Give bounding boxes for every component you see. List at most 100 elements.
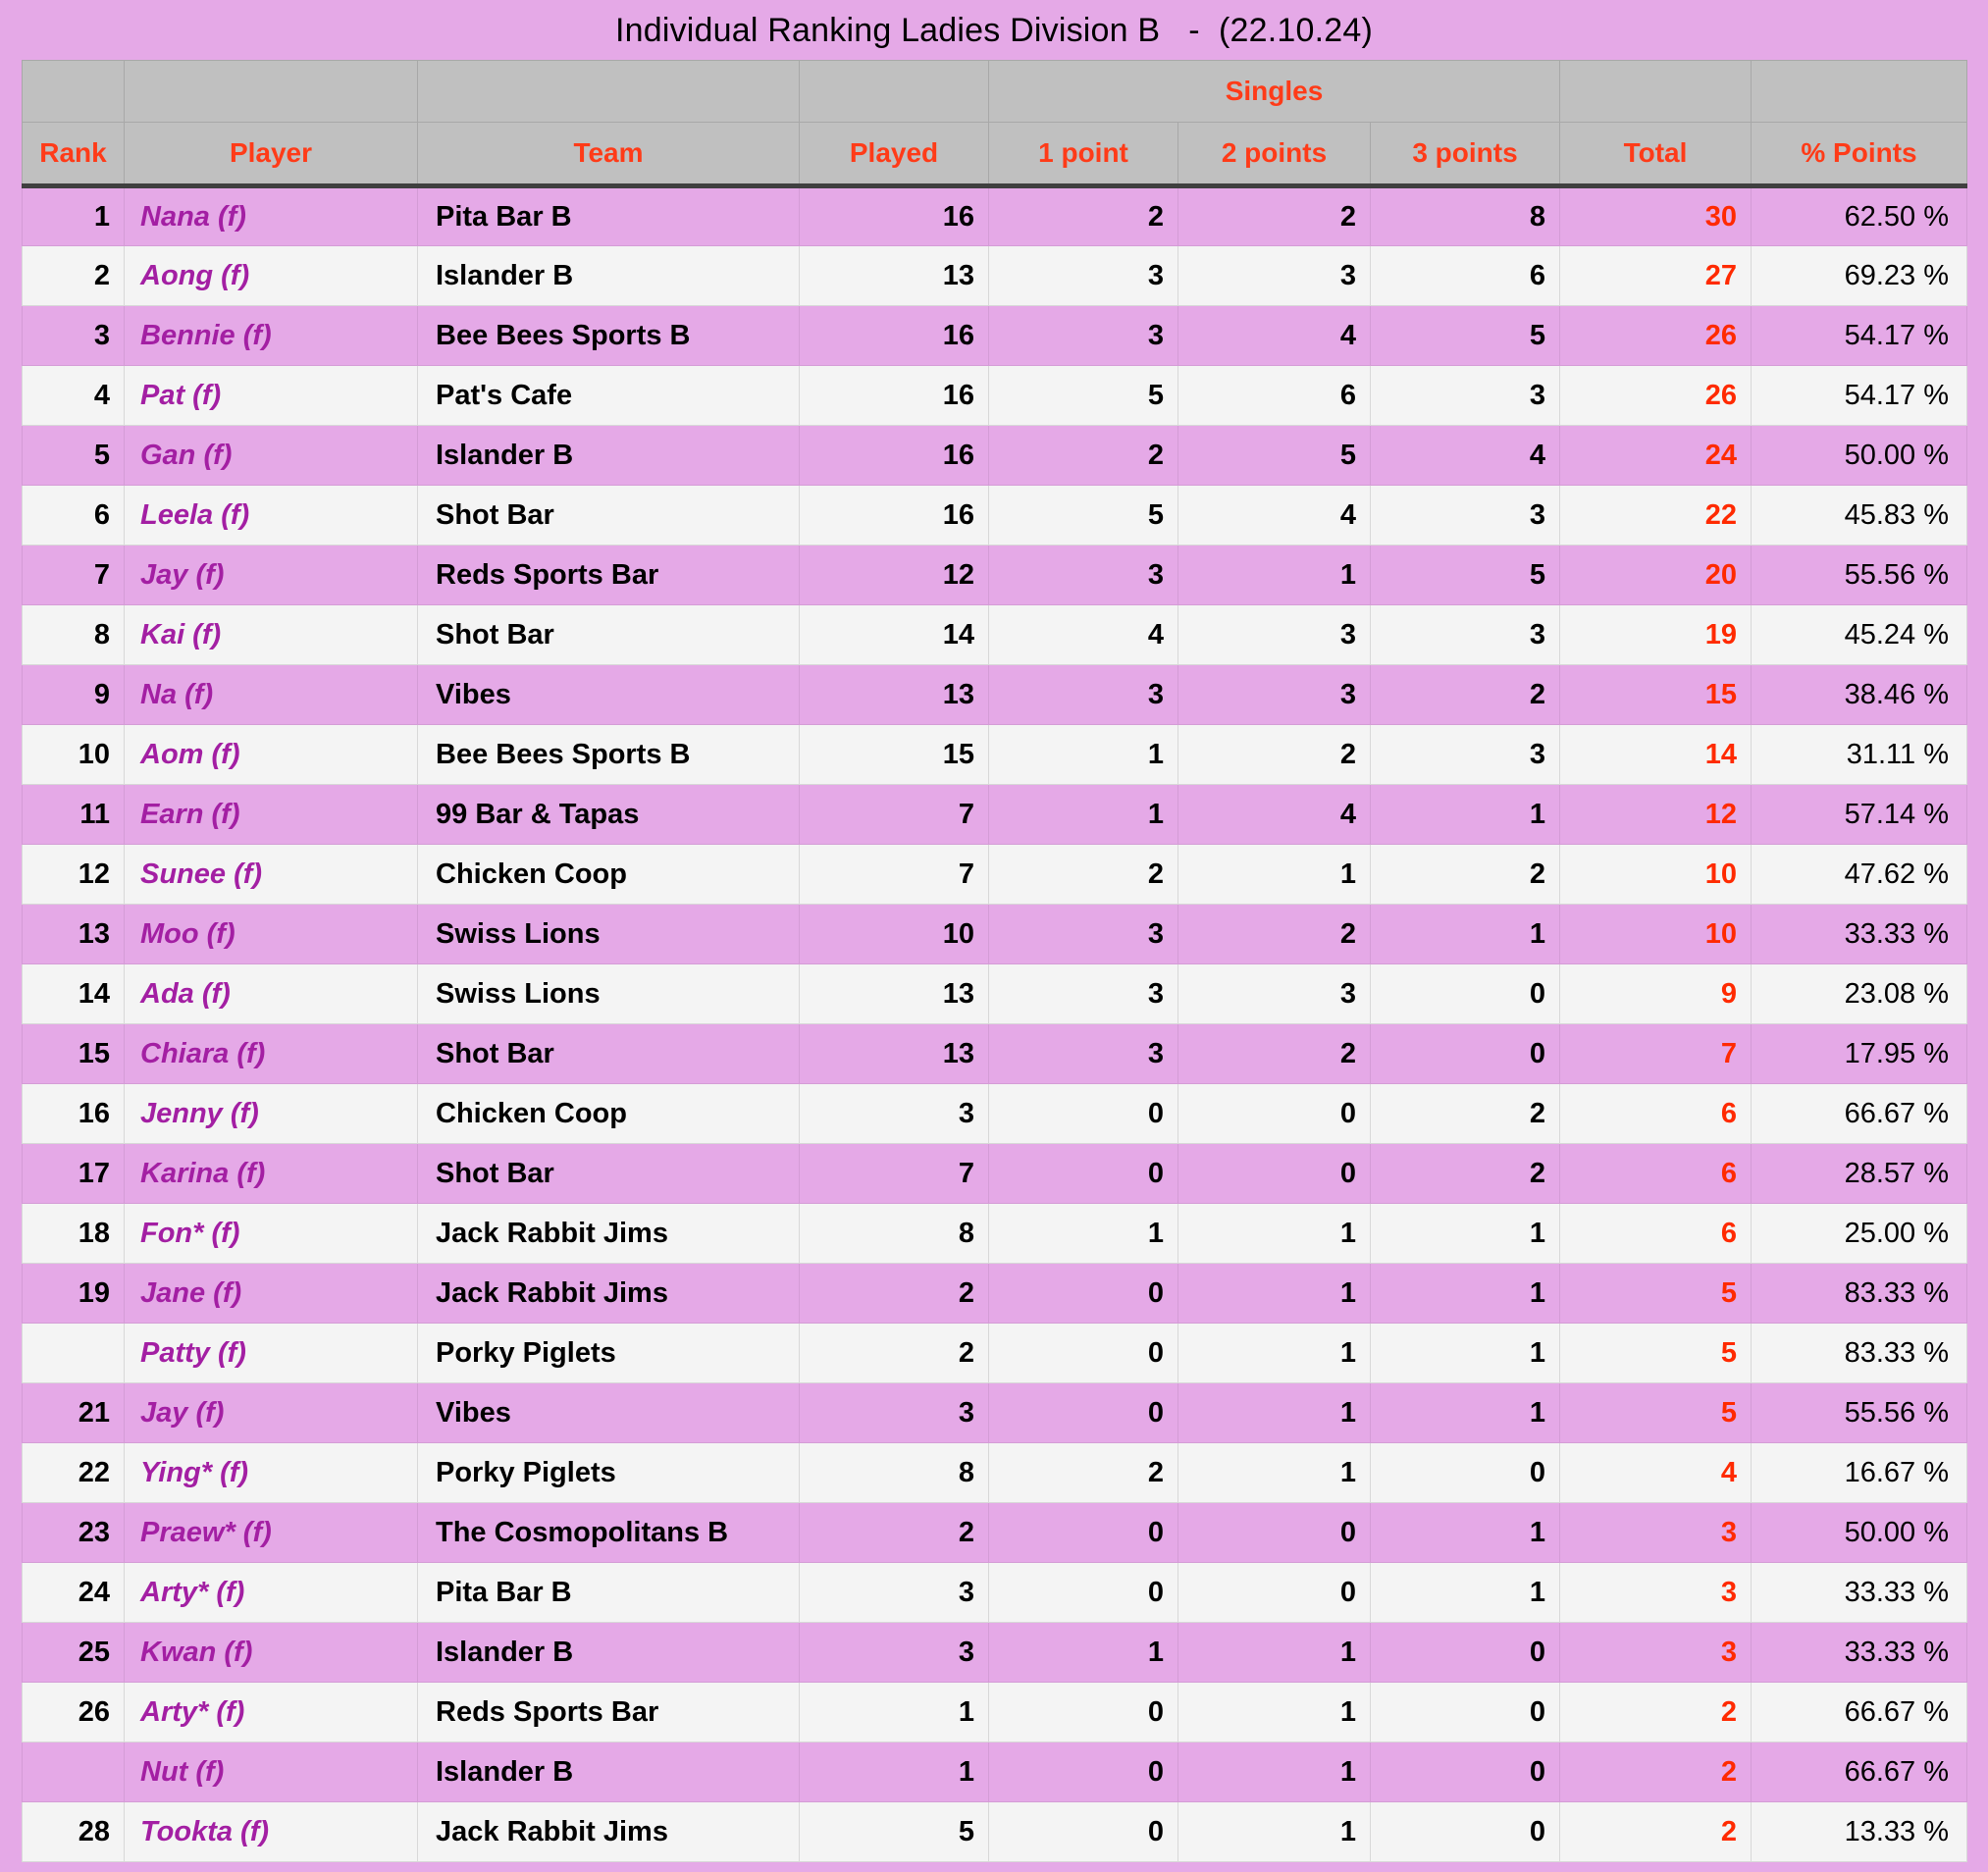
column-header-pct[interactable]: % Points <box>1751 122 1967 189</box>
cell-player: Sunee (f) <box>124 844 418 906</box>
table-row[interactable]: 28 Tookta (f) Jack Rabbit Jims 5 0 1 0 2 13.33 % <box>22 1801 1967 1863</box>
cell-played: 8 <box>799 1442 989 1504</box>
table-row[interactable]: 24 Arty* (f) Pita Bar B 3 0 0 1 3 33.33 % <box>22 1562 1967 1624</box>
table-row[interactable]: 5 Gan (f) Islander B 16 2 5 4 24 50.00 % <box>22 425 1967 487</box>
cell-1-point: 0 <box>988 1801 1178 1863</box>
cell-1-point: 5 <box>988 365 1178 427</box>
cell-3-points: 0 <box>1370 1442 1560 1504</box>
cell-player: Earn (f) <box>124 784 418 846</box>
column-header-3-points[interactable]: 3 points <box>1370 122 1560 189</box>
cell-pct: 66.67 % <box>1751 1742 1967 1803</box>
table-row[interactable]: Patty (f) Porky Piglets 2 0 1 1 5 83.33 % <box>22 1323 1967 1384</box>
table-row[interactable]: 19 Jane (f) Jack Rabbit Jims 2 0 1 1 5 83.33 % <box>22 1263 1967 1325</box>
column-header-total[interactable]: Total <box>1559 122 1752 189</box>
cell-rank: 24 <box>22 1562 125 1624</box>
cell-team: Islander B <box>417 1742 800 1803</box>
table-row[interactable]: 18 Fon* (f) Jack Rabbit Jims 8 1 1 1 6 25.00 % <box>22 1203 1967 1265</box>
cell-total: 20 <box>1559 545 1752 606</box>
cell-3-points: 3 <box>1370 485 1560 546</box>
ranking-table-wrapper: Singles Rank Player Team Played 1 point … <box>22 60 1967 1863</box>
cell-played: 16 <box>799 485 989 546</box>
cell-team: Shot Bar <box>417 604 800 666</box>
cell-2-points: 2 <box>1177 1023 1371 1085</box>
cell-rank: 19 <box>22 1263 125 1325</box>
cell-player: Fon* (f) <box>124 1203 418 1265</box>
cell-team: Porky Piglets <box>417 1442 800 1504</box>
table-row[interactable]: 13 Moo (f) Swiss Lions 10 3 2 1 10 33.33 % <box>22 904 1967 965</box>
cell-played: 2 <box>799 1263 989 1325</box>
table-row[interactable]: 12 Sunee (f) Chicken Coop 7 2 1 2 10 47.62 % <box>22 844 1967 906</box>
header-group-blank-rank <box>22 60 125 124</box>
cell-2-points: 1 <box>1177 844 1371 906</box>
cell-1-point: 3 <box>988 245 1178 307</box>
cell-team: Shot Bar <box>417 485 800 546</box>
cell-pct: 54.17 % <box>1751 305 1967 367</box>
cell-1-point: 0 <box>988 1502 1178 1564</box>
table-row[interactable]: 21 Jay (f) Vibes 3 0 1 1 5 55.56 % <box>22 1382 1967 1444</box>
cell-played: 16 <box>799 305 989 367</box>
cell-team: Reds Sports Bar <box>417 545 800 606</box>
cell-played: 16 <box>799 185 989 247</box>
column-header-player[interactable]: Player <box>124 122 418 189</box>
cell-rank: 21 <box>22 1382 125 1444</box>
cell-rank: 16 <box>22 1083 125 1145</box>
column-header-team[interactable]: Team <box>417 122 800 189</box>
table-row[interactable]: 1 Nana (f) Pita Bar B 16 2 2 8 30 62.50 % <box>22 185 1967 247</box>
cell-pct: 69.23 % <box>1751 245 1967 307</box>
cell-total: 10 <box>1559 844 1752 906</box>
cell-total: 5 <box>1559 1382 1752 1444</box>
table-row[interactable]: 7 Jay (f) Reds Sports Bar 12 3 1 5 20 55.56 % <box>22 545 1967 606</box>
cell-1-point: 1 <box>988 724 1178 786</box>
column-header-rank[interactable]: Rank <box>22 122 125 189</box>
table-row[interactable]: 14 Ada (f) Swiss Lions 13 3 3 0 9 23.08 % <box>22 963 1967 1025</box>
cell-team: Vibes <box>417 1382 800 1444</box>
cell-played: 3 <box>799 1562 989 1624</box>
cell-player: Na (f) <box>124 664 418 726</box>
cell-pct: 23.08 % <box>1751 963 1967 1025</box>
table-row[interactable]: 3 Bennie (f) Bee Bees Sports B 16 3 4 5 26 54.17… <box>22 305 1967 367</box>
cell-3-points: 0 <box>1370 1742 1560 1803</box>
cell-rank: 18 <box>22 1203 125 1265</box>
cell-2-points: 1 <box>1177 1263 1371 1325</box>
cell-2-points: 3 <box>1177 604 1371 666</box>
table-row[interactable]: 6 Leela (f) Shot Bar 16 5 4 3 22 45.83 % <box>22 485 1967 546</box>
table-row[interactable]: 8 Kai (f) Shot Bar 14 4 3 3 19 45.24 % <box>22 604 1967 666</box>
table-row[interactable]: 22 Ying* (f) Porky Piglets 8 2 1 0 4 16.67 % <box>22 1442 1967 1504</box>
column-header-2-points[interactable]: 2 points <box>1177 122 1371 189</box>
cell-total: 4 <box>1559 1442 1752 1504</box>
table-row[interactable]: 10 Aom (f) Bee Bees Sports B 15 1 2 3 14 31.11 % <box>22 724 1967 786</box>
cell-2-points: 1 <box>1177 1801 1371 1863</box>
cell-1-point: 3 <box>988 305 1178 367</box>
table-row[interactable]: 25 Kwan (f) Islander B 3 1 1 0 3 33.33 % <box>22 1622 1967 1684</box>
cell-rank: 5 <box>22 425 125 487</box>
table-row[interactable]: 9 Na (f) Vibes 13 3 3 2 15 38.46 % <box>22 664 1967 726</box>
cell-1-point: 5 <box>988 485 1178 546</box>
cell-3-points: 1 <box>1370 784 1560 846</box>
cell-player: Praew* (f) <box>124 1502 418 1564</box>
table-row[interactable]: 15 Chiara (f) Shot Bar 13 3 2 0 7 17.95 % <box>22 1023 1967 1085</box>
table-row[interactable]: 26 Arty* (f) Reds Sports Bar 1 0 1 0 2 66.67 % <box>22 1682 1967 1743</box>
table-row[interactable]: 16 Jenny (f) Chicken Coop 3 0 0 2 6 66.67 % <box>22 1083 1967 1145</box>
page-title: Individual Ranking Ladies Division B - (… <box>614 12 1374 49</box>
table-row[interactable]: 2 Aong (f) Islander B 13 3 3 6 27 69.23 % <box>22 245 1967 307</box>
cell-3-points: 2 <box>1370 1143 1560 1205</box>
cell-1-point: 2 <box>988 185 1178 247</box>
table-row[interactable]: 4 Pat (f) Pat's Cafe 16 5 6 3 26 54.17 % <box>22 365 1967 427</box>
column-header-played[interactable]: Played <box>799 122 989 189</box>
cell-total: 22 <box>1559 485 1752 546</box>
cell-player: Jay (f) <box>124 1382 418 1444</box>
cell-rank: 1 <box>22 185 125 247</box>
table-row[interactable]: Nut (f) Islander B 1 0 1 0 2 66.67 % <box>22 1742 1967 1803</box>
cell-rank: 6 <box>22 485 125 546</box>
column-header-1-point[interactable]: 1 point <box>988 122 1178 189</box>
table-row[interactable]: 17 Karina (f) Shot Bar 7 0 0 2 6 28.57 % <box>22 1143 1967 1205</box>
cell-2-points: 0 <box>1177 1502 1371 1564</box>
table-row[interactable]: 23 Praew* (f) The Cosmopolitans B 2 0 0 1 3 50.0… <box>22 1502 1967 1564</box>
cell-player: Jenny (f) <box>124 1083 418 1145</box>
cell-team: Pita Bar B <box>417 1562 800 1624</box>
table-row[interactable]: 11 Earn (f) 99 Bar & Tapas 7 1 4 1 12 57.14 % <box>22 784 1967 846</box>
cell-played: 15 <box>799 724 989 786</box>
cell-rank: 23 <box>22 1502 125 1564</box>
cell-played: 14 <box>799 604 989 666</box>
cell-played: 1 <box>799 1682 989 1743</box>
